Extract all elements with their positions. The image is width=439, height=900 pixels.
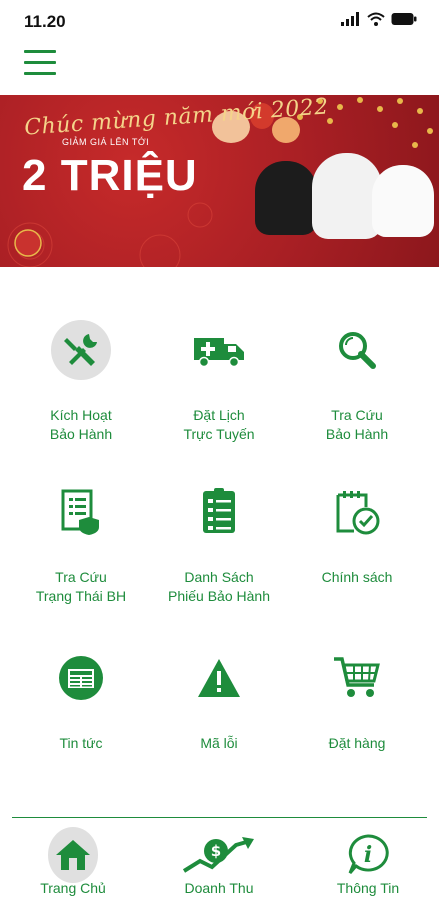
svg-text:i: i — [364, 842, 372, 868]
nav-item-revenue[interactable]: $ Doanh Thu — [146, 826, 292, 898]
nav-label: Doanh Thu — [184, 880, 254, 896]
promo-banner[interactable]: Chúc mừng năm mới 2022 GIẢM GIÁ LÊN TỚI … — [0, 95, 439, 267]
status-time: 11.20 — [24, 12, 66, 31]
nav-item-info[interactable]: i Thông Tin — [295, 826, 439, 898]
nav-item-home[interactable]: Trang Chủ — [0, 826, 146, 898]
grid-item-news[interactable]: Tin tức — [8, 648, 154, 768]
grid-item-book-online[interactable]: Đặt Lịch Trực Tuyến — [146, 320, 292, 450]
status-icons — [341, 12, 417, 26]
nav-label: Trang Chủ — [40, 880, 106, 896]
grid-item-order[interactable]: Đặt hàng — [284, 648, 430, 768]
robot-vacuum-black — [255, 161, 317, 235]
service-van-icon — [189, 320, 249, 380]
grid-label: Kích Hoạt Bảo Hành — [49, 407, 113, 442]
warning-icon — [189, 648, 249, 708]
grid-label: Tra Cứu Trạng Thái BH — [35, 569, 127, 604]
grid-item-policy[interactable]: Chính sách — [284, 482, 430, 612]
bottom-nav-divider — [12, 817, 427, 818]
grid-label: Tin tức — [59, 735, 103, 751]
nav-label: Thông Tin — [336, 880, 400, 896]
banner-subtitle: GIẢM GIÁ LÊN TỚI — [62, 137, 150, 147]
home-icon — [48, 827, 98, 883]
newspaper-icon — [51, 648, 111, 708]
revenue-icon: $ — [182, 830, 256, 880]
grid-label: Tra Cứu Bảo Hành — [325, 407, 389, 442]
shopping-cart-icon — [327, 648, 387, 708]
svg-text:$: $ — [211, 842, 221, 860]
grid-label: Chính sách — [321, 569, 393, 585]
menu-line — [24, 61, 56, 64]
grid-item-lookup-status[interactable]: Tra Cứu Trạng Thái BH — [8, 482, 154, 612]
document-shield-icon — [51, 482, 111, 542]
menu-line — [24, 72, 56, 75]
robot-vacuum-white-small — [372, 165, 434, 237]
hamburger-menu-button[interactable] — [24, 50, 56, 78]
banner-headline: 2 TRIỆU — [22, 151, 198, 200]
tools-icon — [51, 320, 111, 380]
calendar-check-icon — [327, 482, 387, 542]
grid-label: Đặt hàng — [328, 735, 386, 751]
menu-line — [24, 50, 56, 53]
status-bar: 11.20 — [0, 0, 439, 44]
grid-item-warranty-list[interactable]: Danh Sách Phiếu Bảo Hành — [146, 482, 292, 612]
search-icon — [327, 320, 387, 380]
grid-label: Danh Sách Phiếu Bảo Hành — [168, 569, 270, 604]
grid-label: Đặt Lịch Trực Tuyến — [183, 407, 255, 442]
signal-icon — [341, 12, 359, 26]
checklist-icon — [189, 482, 249, 542]
active-indicator — [48, 827, 98, 883]
battery-icon — [391, 13, 417, 25]
grid-item-lookup-warranty[interactable]: Tra Cứu Bảo Hành — [284, 320, 430, 450]
wifi-icon — [367, 12, 385, 26]
grid-label: Mã lỗi — [200, 735, 238, 751]
info-icon: i — [343, 830, 393, 880]
grid-item-error-codes[interactable]: Mã lỗi — [146, 648, 292, 768]
grid-item-activate-warranty[interactable]: Kích Hoạt Bảo Hành — [8, 320, 154, 450]
icon-circle — [51, 320, 111, 380]
